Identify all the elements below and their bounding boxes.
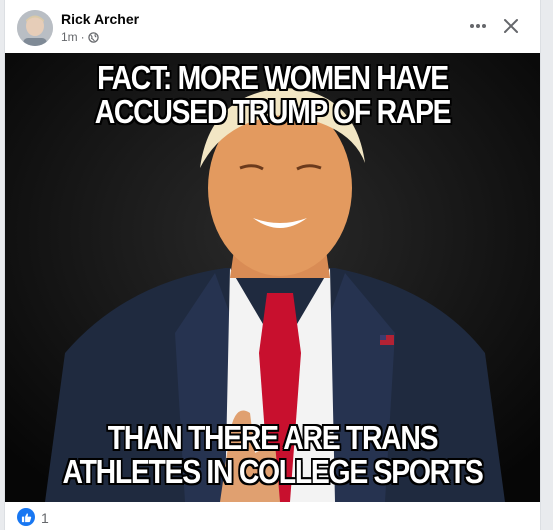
meta-separator: · (80, 30, 85, 44)
reactions-bar: 1 (5, 502, 540, 530)
author-name[interactable]: Rick Archer (61, 11, 139, 27)
post-time[interactable]: 1m (61, 30, 78, 44)
close-button[interactable] (495, 10, 527, 42)
bottom-caption-line1: THAN THERE ARE TRANS (107, 419, 439, 456)
post-image[interactable]: FACT: MORE WOMEN HAVE ACCUSED TRUMP OF R… (5, 53, 540, 502)
post-card: Rick Archer 1m · FACT: MORE WOMEN HAVE A… (4, 0, 541, 530)
top-caption: FACT: MORE WOMEN HAVE ACCUSED TRUMP OF R… (42, 61, 502, 129)
like-icon[interactable] (17, 508, 35, 526)
bottom-caption: THAN THERE ARE TRANS ATHLETES IN COLLEGE… (42, 421, 502, 489)
top-caption-line2: ACCUSED TRUMP OF RAPE (94, 93, 452, 130)
close-icon (504, 19, 518, 33)
top-caption-line1: FACT: MORE WOMEN HAVE (97, 59, 449, 96)
post-header: Rick Archer 1m · (5, 0, 540, 52)
post-meta: 1m · (61, 30, 99, 44)
avatar[interactable] (17, 10, 53, 46)
reaction-count[interactable]: 1 (41, 510, 49, 526)
more-horizontal-icon (470, 24, 486, 28)
bottom-caption-line2: ATHLETES IN COLLEGE SPORTS (62, 453, 483, 490)
globe-icon[interactable] (87, 31, 99, 43)
more-options-button[interactable] (462, 10, 494, 42)
